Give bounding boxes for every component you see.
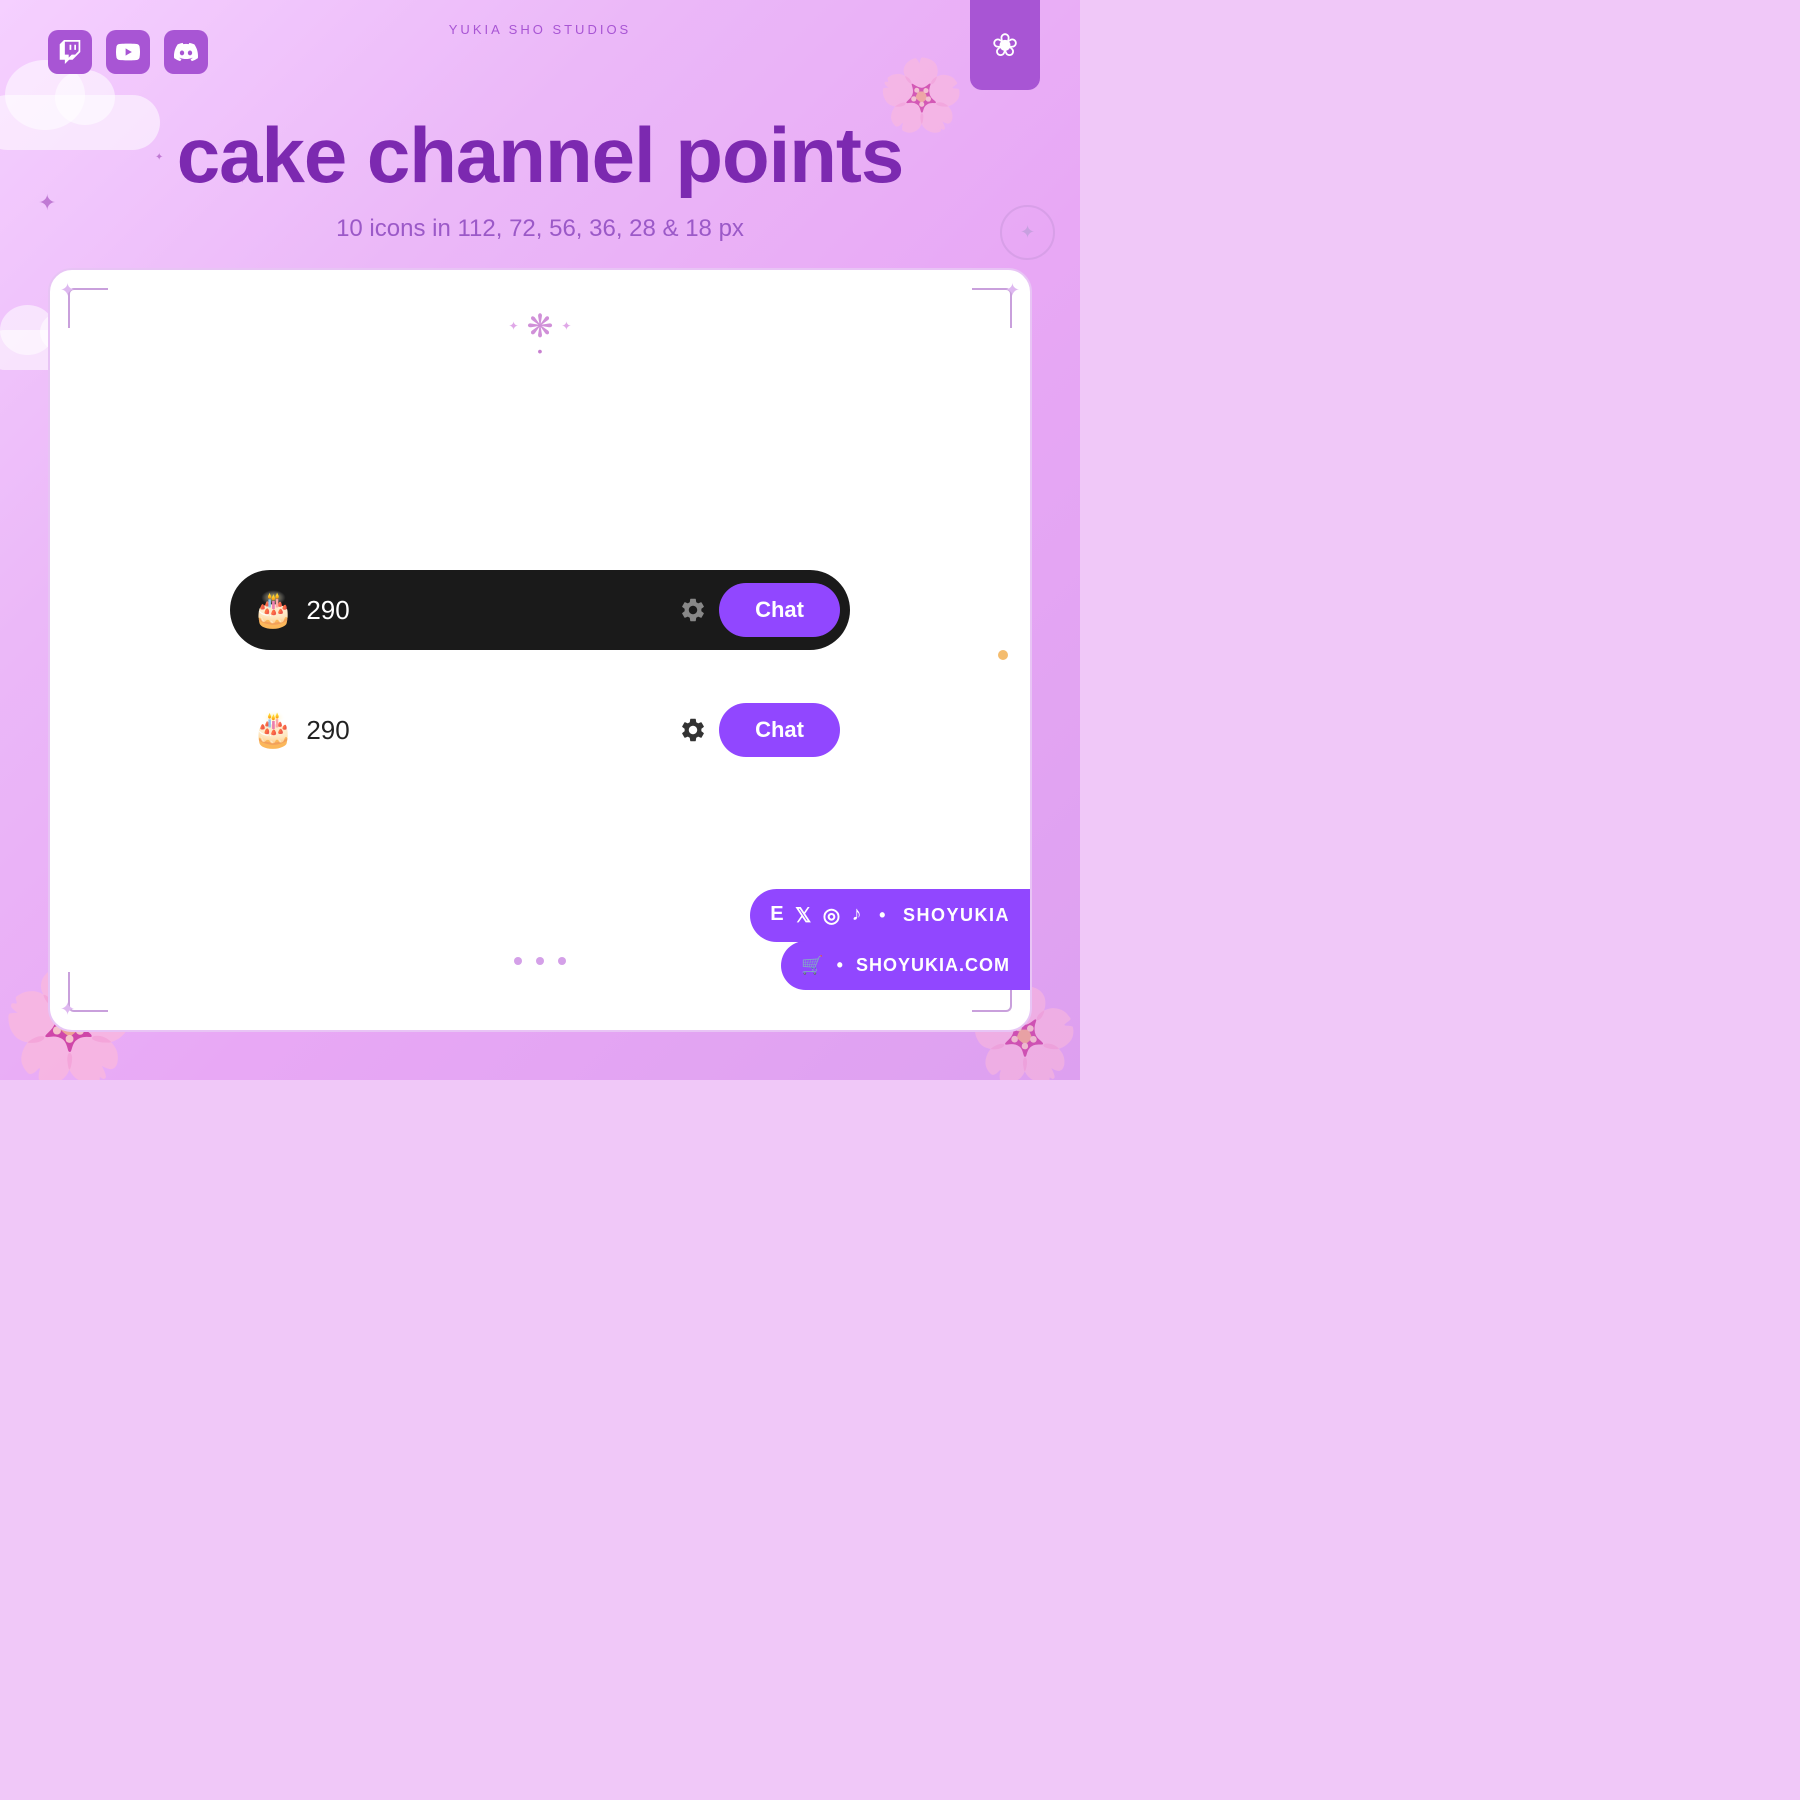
sparkle-2: ✦ — [155, 152, 163, 163]
website-bar: 🛒 • SHOYUKIA.COM — [781, 941, 1032, 990]
dot-1 — [514, 957, 522, 965]
points-light: 290 — [306, 715, 667, 746]
main-title: cake channel points — [177, 110, 904, 201]
youtube-icon[interactable] — [106, 30, 150, 74]
deco-circle: ✦ — [1000, 205, 1055, 260]
social-handle: SHOYUKIA — [903, 905, 1010, 926]
bottom-dots — [514, 957, 566, 965]
page-wrapper: 🌸 🌸 🌸 YUKIA SHO STUDIOS ❀ ✦ ✦ ✦ ✦ — [0, 0, 1080, 1080]
discord-icon[interactable] — [164, 30, 208, 74]
chat-button-dark[interactable]: Chat — [719, 583, 840, 637]
main-card: ✦ ✦ ✦ ✦ ❋ ✦ • 🎂 290 Chat — [48, 268, 1032, 1032]
tiktok-icon: ♪ — [852, 903, 864, 928]
chat-button-light[interactable]: Chat — [719, 703, 840, 757]
website-url: SHOYUKIA.COM — [856, 955, 1010, 976]
flower-badge: ❀ — [970, 0, 1040, 90]
social-bar: Ε 𝕏 ◎ ♪ • SHOYUKIA — [750, 889, 1032, 942]
twitch-icon[interactable] — [48, 30, 92, 74]
cart-icon: 🛒 — [801, 955, 824, 976]
youtube-svg — [116, 40, 140, 64]
dot-2 — [536, 957, 544, 965]
cake-icon-light: 🎂 — [252, 710, 294, 750]
subtitle: 10 icons in 112, 72, 56, 36, 28 & 18 px — [336, 215, 744, 243]
settings-icon-dark[interactable] — [679, 596, 707, 624]
twitch-svg — [58, 40, 82, 64]
corner-sparkle-tl: ✦ — [60, 280, 75, 301]
separator-website: • — [837, 955, 844, 976]
dot-accent-r — [998, 650, 1008, 660]
social-bar-icons: Ε 𝕏 ◎ ♪ — [770, 903, 863, 928]
chat-bar-light: 🎂 290 Chat — [230, 690, 850, 770]
etsy-icon: Ε — [770, 903, 785, 928]
settings-icon-light[interactable] — [679, 716, 707, 744]
points-dark: 290 — [306, 595, 667, 626]
cloud-topleft — [0, 95, 160, 150]
separator-social: • — [879, 905, 887, 926]
social-icons-topleft — [48, 30, 208, 74]
corner-sparkle-bl: ✦ — [60, 999, 75, 1020]
dot-3 — [558, 957, 566, 965]
chat-bar-dark: 🎂 290 Chat — [230, 570, 850, 650]
sakura-decoration: ✦ ❋ ✦ • — [509, 310, 572, 358]
brand-text: YUKIA SHO STUDIOS — [449, 22, 631, 37]
sparkle-1: ✦ — [38, 190, 56, 216]
instagram-icon: ◎ — [823, 903, 842, 928]
twitter-icon: 𝕏 — [795, 903, 813, 928]
discord-svg — [174, 40, 198, 64]
corner-sparkle-tr: ✦ — [1005, 280, 1020, 301]
cake-icon-dark: 🎂 — [252, 590, 294, 630]
